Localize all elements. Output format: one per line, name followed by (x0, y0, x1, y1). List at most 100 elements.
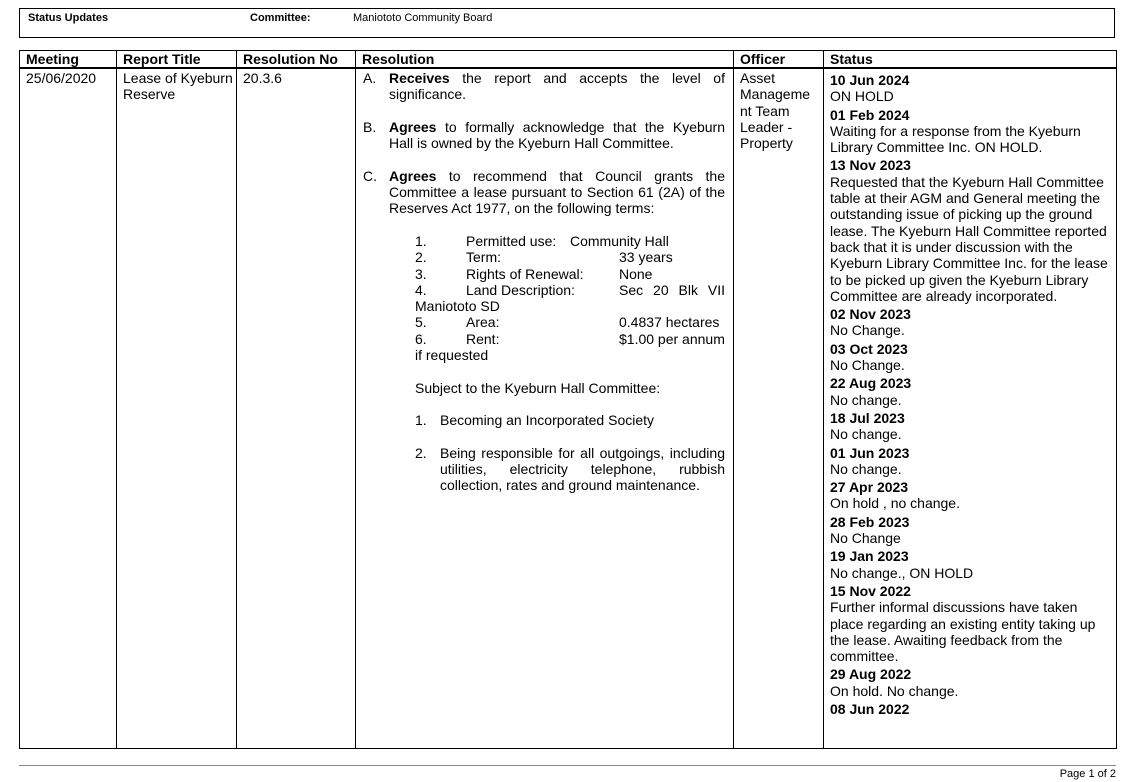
resolution-verb: Receives (389, 70, 450, 86)
status-text: On hold. No change. (830, 682, 959, 699)
resolution-text: A. Receives the report and accepts the le… (355, 67, 734, 749)
status-date: 29 Aug 2022 (830, 666, 912, 683)
term-label: Rights of Renewal: (466, 265, 584, 282)
status-date: 27 Apr 2023 (830, 479, 909, 496)
table-header-row: Meeting Report Title Resolution No Resol… (19, 50, 1117, 69)
subject-intro: Subject to the Kyeburn Hall Committee: (415, 379, 661, 396)
term-number: 5. (415, 314, 427, 331)
term-value: 0.4837 hectares (619, 314, 720, 331)
status-text: No change. (830, 391, 902, 408)
term-number: 3. (415, 265, 427, 282)
term-number: 2. (415, 249, 427, 266)
term-label: Land Description: (466, 281, 575, 298)
resolution-letter: B. (363, 118, 377, 135)
meeting-date: 25/06/2020 (19, 67, 117, 749)
report-header: Status Updates Committee: Maniototo Comm… (19, 8, 1115, 38)
status-text: ON HOLD (830, 88, 894, 105)
term-value: None (619, 265, 653, 282)
resolution-item-a: A. Receives the report and accepts the le… (362, 70, 725, 103)
status-entry: 13 Nov 2023 Requested that the Kyeburn Ha… (830, 157, 1116, 304)
committee-name: Maniototo Community Board (353, 12, 493, 24)
term-number: 4. (415, 281, 427, 298)
lease-term: 6. Rent: $1.00 per annum (415, 331, 725, 347)
status-text: On hold , no change. (830, 495, 960, 512)
status-entry: 03 Oct 2023 No Change. (830, 341, 1116, 374)
status-entry: 18 Jul 2023 No change. (830, 410, 1116, 443)
term-number: 6. (415, 330, 427, 347)
status-date: 01 Feb 2024 (830, 106, 910, 123)
subject-item: 1. Becoming an Incorporated Society (362, 412, 725, 428)
subject-item: 2. Being responsible for all outgoings, i… (362, 445, 725, 494)
lease-term: 5. Area: 0.4837 hectares (415, 314, 725, 330)
resolution-verb: Agrees (389, 118, 437, 135)
status-log: 10 Jun 2024 ON HOLD 01 Feb 2024 Waiting fo… (823, 67, 1117, 749)
col-header-meeting: Meeting (19, 50, 117, 69)
term-number: 1. (415, 232, 427, 249)
footer-divider (19, 765, 1116, 766)
status-entry: 22 Aug 2023 No change. (830, 375, 1116, 408)
subject-text: Being responsible for all outgoings, inc… (440, 444, 725, 494)
status-text: Further informal discussions have taken … (830, 599, 1096, 665)
committee-label: Committee: (250, 12, 311, 24)
page-number: Page 1 of 2 (1059, 768, 1116, 780)
status-date: 03 Oct 2023 (830, 340, 908, 357)
col-header-resolution: Resolution (355, 50, 734, 69)
status-date: 08 Jun 2022 (830, 700, 910, 717)
resolution-number: 20.3.6 (236, 67, 356, 749)
status-text: No change. (830, 460, 902, 477)
status-entry: 15 Nov 2022 Further informal discussions … (830, 583, 1116, 664)
term-value: $1.00 per annum (619, 330, 725, 347)
lease-term: 4. Land Description: Sec 20 Blk VII (415, 282, 725, 298)
status-date: 10 Jun 2024 (830, 72, 910, 88)
status-date: 15 Nov 2022 (830, 582, 911, 599)
table-row: 25/06/2020 Lease of Kyeburn Reserve 20.3… (19, 67, 1117, 749)
col-header-report-title: Report Title (116, 50, 237, 69)
status-entry: 28 Feb 2023 No Change (830, 514, 1116, 547)
status-text: Requested that the Kyeburn Hall Committe… (830, 173, 1108, 304)
col-header-status: Status (823, 50, 1117, 69)
status-entry: 29 Aug 2022 On hold. No change. (830, 666, 1116, 699)
term-label: Area: (466, 314, 500, 331)
col-header-resolution-no: Resolution No (236, 50, 356, 69)
report-title: Lease of Kyeburn Reserve (116, 67, 237, 749)
col-header-officer: Officer (733, 50, 824, 69)
status-entry: 27 Apr 2023 On hold , no change. (830, 479, 1116, 512)
status-updates-label: Status Updates (28, 12, 109, 24)
resolution-letter: A. (363, 70, 377, 86)
resolution-letter: C. (363, 167, 377, 184)
subject-number: 2. (415, 444, 427, 461)
status-entry: 10 Jun 2024 ON HOLD (830, 72, 1116, 105)
status-text: Waiting for a response from the Kyeburn … (830, 122, 1081, 156)
status-entry: 01 Feb 2024 Waiting for a response from t… (830, 107, 1116, 156)
lease-term: 1. Permitted use: Community Hall (415, 233, 725, 249)
status-date: 02 Nov 2023 (830, 306, 911, 323)
resolution-verb: Agrees (389, 167, 437, 184)
lease-terms: 1. Permitted use: Community Hall 2. Term… (362, 233, 725, 363)
term-value: 33 years (619, 249, 673, 266)
status-text: No change. (830, 426, 902, 443)
term-label: Permitted use: (466, 232, 557, 249)
resolution-body: to formally acknowledge that the Kyeburn… (389, 118, 725, 152)
status-date: 18 Jul 2023 (830, 409, 905, 426)
status-text: No Change (830, 530, 901, 547)
term-value: Community Hall (570, 232, 669, 249)
status-date: 13 Nov 2023 (830, 157, 911, 174)
status-date: 01 Jun 2023 (830, 444, 910, 461)
lease-term: 2. Term: 33 years (415, 249, 725, 265)
resolution-item-c: C. Agrees to recommend that Council grant… (362, 168, 725, 217)
term-value: Sec 20 Blk VII (619, 281, 725, 298)
term-continuation: Maniototo SD (415, 298, 500, 315)
term-label: Rent: (466, 330, 500, 347)
status-text: No Change. (830, 322, 905, 339)
resolution-body: to recommend that Council grants the Com… (389, 167, 725, 217)
status-date: 28 Feb 2023 (830, 513, 910, 530)
term-label: Term: (466, 249, 501, 266)
subject-text: Becoming an Incorporated Society (440, 412, 655, 429)
resolution-item-b: B. Agrees to formally acknowledge that th… (362, 119, 725, 152)
officer: Asset Manageme nt Team Leader - Property (733, 67, 824, 749)
subject-number: 1. (415, 412, 427, 429)
status-entry: 08 Jun 2022 (830, 701, 1116, 717)
status-entry: 01 Jun 2023 No change. (830, 445, 1116, 478)
lease-term: 3. Rights of Renewal: None (415, 266, 725, 282)
status-date: 22 Aug 2023 (830, 375, 912, 392)
